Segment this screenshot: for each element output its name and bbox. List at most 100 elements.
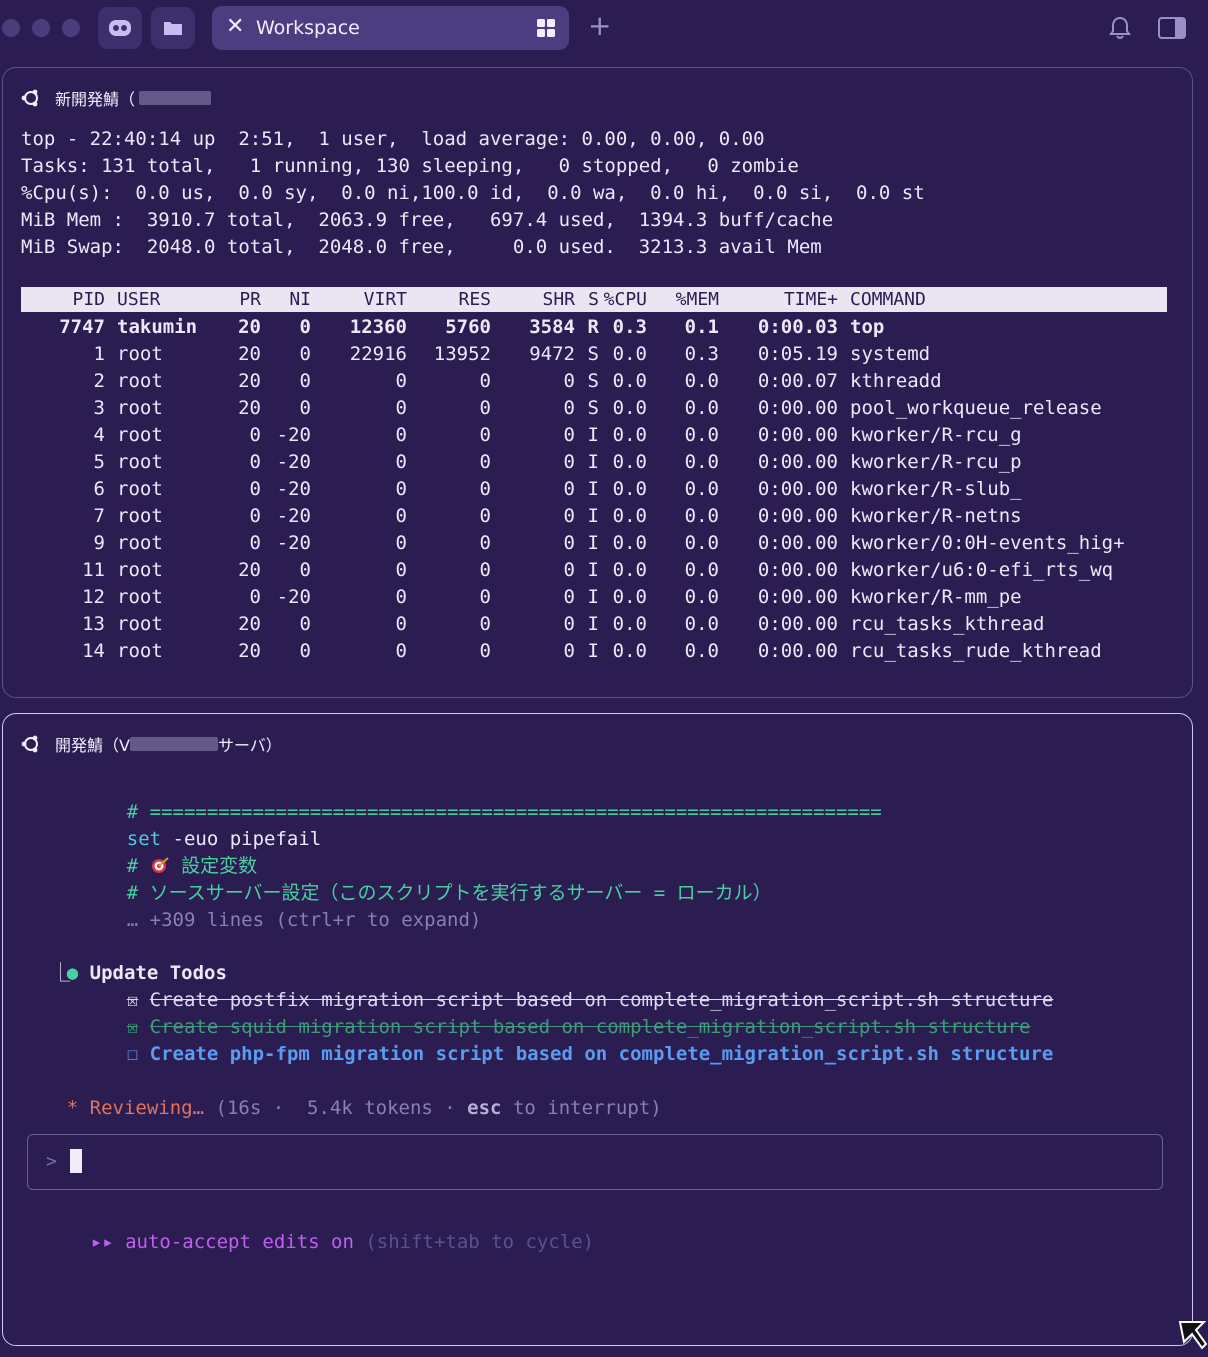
cell: 0 [479,586,491,608]
cell: I [587,559,599,581]
cell: 0 [563,613,575,635]
cell: 0.0 [612,370,647,392]
cell: %MEM [675,289,719,310]
cell: 0 [395,640,407,662]
app-icon-button[interactable] [98,7,142,49]
cell: S [588,289,599,310]
cell: 0:00.00 [757,451,838,473]
cell: root [117,343,163,365]
cell: 0.0 [684,505,719,527]
cell: 0:05.19 [757,343,838,365]
status-label: Reviewing… [89,1097,205,1119]
pane-title: 新開発鯖（ [55,90,136,109]
summary-line: MiB Mem : 3910.7 total, 2063.9 free, 697… [21,209,834,231]
cell: 0 [479,451,491,473]
table-row: 7747 takumin 20 0 12360 5760 3584 R 0.3 0.1 0:00.0… [21,314,1125,341]
cell: 5 [93,451,105,473]
cell: 0 [299,640,311,662]
cell: 0 [299,613,311,635]
cell: 0 [299,397,311,419]
cell: 0:00.07 [757,370,838,392]
mode-indicator[interactable]: ▸▸ auto-accept edits on (shift+tab to cy… [45,1202,594,1283]
window-zoom-dot[interactable] [62,19,80,37]
cell: root [117,370,163,392]
cell: I [587,451,599,473]
cell: 0 [479,613,491,635]
cell: PR [239,289,261,310]
cell: 0:00.00 [757,640,838,662]
cell: 0 [299,316,311,338]
cell: 0 [563,505,575,527]
cell: -20 [276,586,311,608]
cell: 0.0 [612,505,647,527]
window-minimize-dot[interactable] [32,19,50,37]
cell: SHR [542,289,575,310]
cell: rcu_tasks_kthread [850,613,1045,635]
cell: 0:00.03 [757,316,838,338]
terminal-pane-top[interactable]: 新開発鯖（ top - 22:40:14 up 2:51, 1 user, lo… [2,67,1193,698]
cell: rcu_tasks_rude_kthread [850,640,1102,662]
cell: 0 [249,532,261,554]
cell: 0 [479,478,491,500]
pane-title-suffix: サーバ） [217,736,282,755]
cell: -20 [276,532,311,554]
fast-forward-icon: ▸▸ [90,1231,114,1253]
cell: root [117,532,163,554]
cell: kworker/R-rcu_p [850,451,1022,473]
cell: 0 [395,478,407,500]
cell: 20 [238,370,261,392]
cell: 5760 [445,316,491,338]
cell: 0 [479,532,491,554]
status-meta: (16s · 5.4k tokens · [204,1097,468,1119]
tree-branch-icon: ⎿ [51,962,71,984]
cell: 0 [299,343,311,365]
cell: 0 [249,424,261,446]
table-row: 1 root 20 0 22916 13952 9472 S 0.0 0.3 0:05.19 syst… [21,341,1125,368]
cell: I [587,532,599,554]
cell: 0 [395,586,407,608]
cell: 0 [249,586,261,608]
terminal-pane-bottom[interactable]: 開発鯖（V サーバ） # ===========================… [2,713,1193,1346]
table-row: 12 root 0 -20 0 0 0 I 0.0 0.0 0:00.00 kworker/R-mm_… [21,584,1125,611]
table-row: 5 root 0 -20 0 0 0 I 0.0 0.0 0:00.00 kworker/R-rcu_… [21,449,1125,476]
cell: S [587,343,599,365]
cell: root [117,613,163,635]
header-row: PID USER PR NI VIRT RES SHR S %CPU %MEM TIME+ COMMA… [21,287,1167,312]
bell-icon[interactable] [1109,16,1131,40]
prompt-input[interactable]: > [27,1134,1163,1190]
table-row: 4 root 0 -20 0 0 0 I 0.0 0.0 0:00.00 kworker/R-rcu_… [21,422,1125,449]
cell: 0 [563,370,575,392]
cell: 0 [299,559,311,581]
table-row: 7 root 0 -20 0 0 0 I 0.0 0.0 0:00.00 kworker/R-netn… [21,503,1125,530]
cell: VIRT [363,289,407,310]
cell: 0 [395,451,407,473]
cell: 0.0 [684,424,719,446]
cell: 13952 [433,343,491,365]
status-meta: to interrupt) [501,1097,662,1119]
cell: 7 [93,505,105,527]
cell: 0.0 [684,397,719,419]
cell: 0 [249,505,261,527]
cell: kworker/R-mm_pe [850,586,1022,608]
process-table-header: PID USER PR NI VIRT RES SHR S %CPU %MEM TIME+ COMMA… [21,287,1167,312]
cell: 7747 [59,316,105,338]
cell: 3 [93,397,105,419]
cell: 0.3 [612,316,647,338]
cell: 4 [93,424,105,446]
close-tab-icon[interactable]: ✕ [226,15,244,39]
cell: 6 [93,478,105,500]
cell: root [117,640,163,662]
window-close-dot[interactable] [2,19,20,37]
sidebar-toggle-icon[interactable] [1158,17,1186,39]
cell: PID [72,289,105,310]
layout-grid-icon[interactable] [536,18,556,38]
cell: top [850,316,885,338]
cell: 0 [479,424,491,446]
cell: 0.3 [684,343,719,365]
new-tab-button[interactable]: + [588,10,611,42]
folder-button[interactable] [151,7,195,49]
cell: 0.0 [684,478,719,500]
cell: 0 [563,478,575,500]
cell: R [587,316,599,338]
tab-workspace[interactable]: ✕ Workspace [212,6,569,50]
